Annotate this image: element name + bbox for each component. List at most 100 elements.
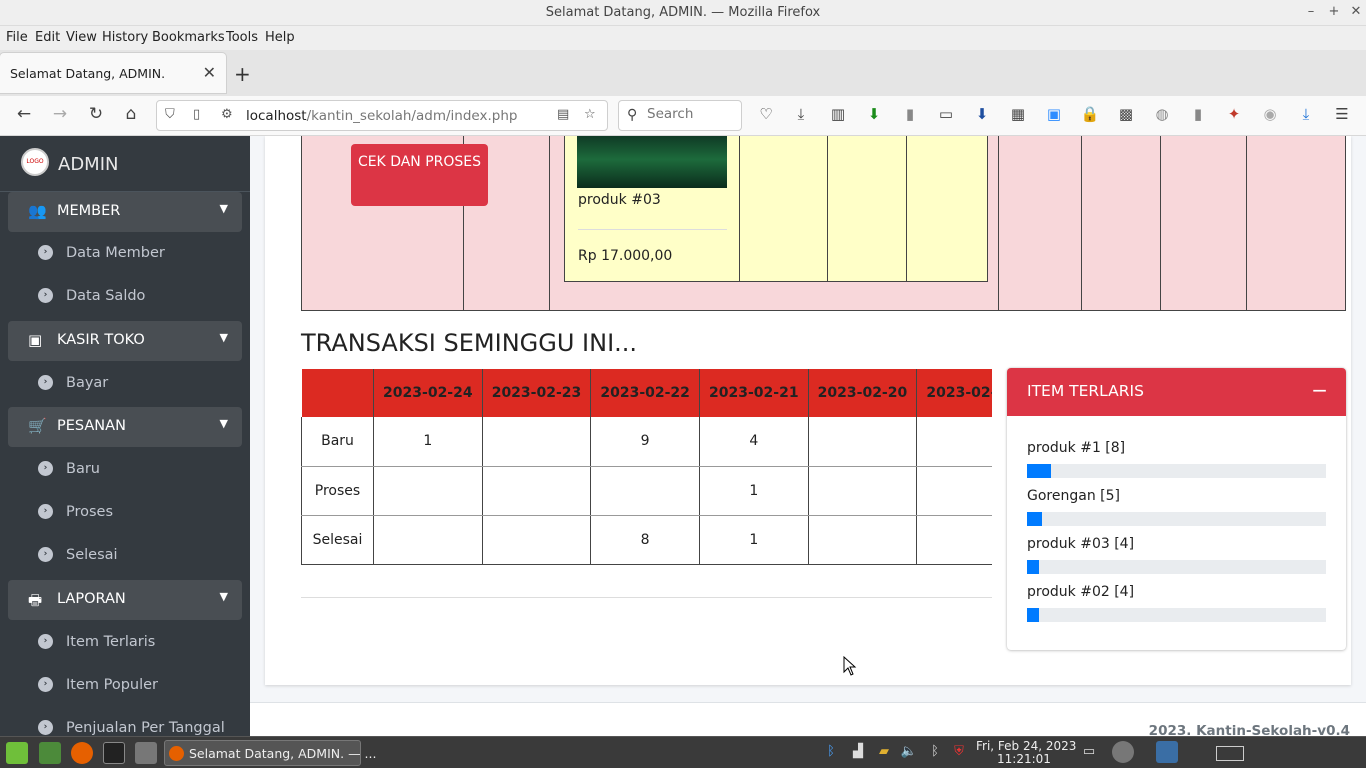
menu-bookmarks[interactable]: Bookmarks xyxy=(152,30,225,45)
best-items-header: ITEM TERLARIS − xyxy=(1007,368,1346,416)
sidebar-item-proses[interactable]: › Proses xyxy=(8,493,242,533)
sidebar-item-item-terlaris[interactable]: › Item Terlaris xyxy=(8,623,242,663)
record-icon[interactable]: ◉ xyxy=(1260,105,1280,125)
sidebar-item-penjualan-per-tanggal[interactable]: › Penjualan Per Tanggal xyxy=(8,709,242,736)
sidebar-item-label: Baru xyxy=(66,461,100,477)
zoom-icon[interactable]: ▣ xyxy=(1044,105,1064,125)
url-text[interactable]: localhost/kantin_sekolah/adm/index.php xyxy=(246,108,517,124)
menu-view[interactable]: View xyxy=(66,30,97,45)
sidebar-section-pesanan[interactable]: 🛒 PESANAN ▼ xyxy=(8,407,242,447)
collapse-button[interactable]: − xyxy=(1311,378,1328,402)
content-card: CEK DAN PROSES produk #03 Rp 17.000,00 T… xyxy=(265,136,1351,685)
window-title: Selamat Datang, ADMIN. — Mozilla Firefox xyxy=(545,5,821,20)
library-icon[interactable]: ▥ xyxy=(828,105,848,125)
best-item-label: produk #02 [4] xyxy=(1027,584,1135,600)
globe-icon[interactable]: ◍ xyxy=(1152,105,1172,125)
menu-tools[interactable]: Tools xyxy=(226,30,258,45)
bookmark-star-icon[interactable]: ☆ xyxy=(584,107,596,122)
menu-help[interactable]: Help xyxy=(265,30,295,45)
lock-icon[interactable]: 🔒 xyxy=(1080,105,1100,125)
reader-view-icon[interactable]: ▤ xyxy=(557,107,569,122)
bluetooth-tray-icon[interactable]: ᛒ xyxy=(926,744,944,759)
workspace-icon[interactable] xyxy=(1112,741,1134,763)
row-label: Selesai xyxy=(301,515,374,565)
files-icon[interactable] xyxy=(135,742,157,764)
bluetooth-icon[interactable]: ᛒ xyxy=(822,744,840,759)
best-items-card: ITEM TERLARIS − produk #1 [8] Gorengan [… xyxy=(1007,368,1346,650)
sidebar-item-baru[interactable]: › Baru xyxy=(8,450,242,490)
update-manager-icon[interactable]: ⛨ xyxy=(950,744,968,759)
sidebar-item-data-member[interactable]: › Data Member xyxy=(8,234,242,274)
best-item-label: produk #03 [4] xyxy=(1027,536,1135,552)
back-icon[interactable]: ← xyxy=(13,104,35,124)
table-cell: 1 xyxy=(373,417,483,467)
sidebar-section-laporan[interactable]: 🖶 LAPORAN ▼ xyxy=(8,580,242,620)
close-tab-icon[interactable]: ✕ xyxy=(203,63,216,82)
sidebar-item-label: Proses xyxy=(66,504,114,520)
money-icon: ▣ xyxy=(28,331,43,349)
volume-icon[interactable]: 🔈 xyxy=(900,744,918,759)
home-icon[interactable]: ⌂ xyxy=(120,104,142,124)
taskbar-window-firefox[interactable]: Selamat Datang, ADMIN. — ... xyxy=(164,740,376,766)
sidebar-item-bayar[interactable]: › Bayar xyxy=(8,364,242,404)
cell-divider xyxy=(1160,136,1161,310)
pocket-icon[interactable]: ♡ xyxy=(756,105,776,125)
shield-icon[interactable]: ⛉ xyxy=(165,107,175,122)
downloads-icon[interactable]: ⤓ xyxy=(791,105,811,125)
download-arrow-icon[interactable]: ⬇ xyxy=(864,105,884,125)
forward-icon[interactable]: → xyxy=(49,104,71,124)
show-desktop-icon[interactable] xyxy=(39,742,61,764)
info-icon[interactable]: ▮ xyxy=(1188,105,1208,125)
table-cell xyxy=(373,515,483,565)
sidebar-item-selesai[interactable]: › Selesai xyxy=(8,536,242,576)
maximize-icon[interactable]: + xyxy=(1325,4,1343,19)
table-row: Selesai 8 1 xyxy=(301,515,992,565)
close-window-icon[interactable]: ✕ xyxy=(1347,4,1365,19)
table-cell xyxy=(916,417,992,467)
url-bar[interactable]: ⛉ ▯ ⚙ localhost/kantin_sekolah/adm/index… xyxy=(156,100,608,131)
hamburger-menu-icon[interactable]: ☰ xyxy=(1332,105,1352,125)
sidebar-section-member[interactable]: 👥 MEMBER ▼ xyxy=(8,192,242,232)
arrow-circle-icon: › xyxy=(38,677,53,692)
sidebar-item-data-saldo[interactable]: › Data Saldo xyxy=(8,277,242,317)
sidebar-item-item-populer[interactable]: › Item Populer xyxy=(8,666,242,706)
menu-edit[interactable]: Edit xyxy=(35,30,60,45)
sidebar-section-kasir-toko[interactable]: ▣ KASIR TOKO ▼ xyxy=(8,321,242,361)
new-tab-icon[interactable]: + xyxy=(234,62,251,86)
reload-icon[interactable]: ↻ xyxy=(85,104,107,124)
best-item: Gorengan [5] xyxy=(1027,488,1326,526)
terminal-icon[interactable] xyxy=(103,742,125,764)
footer-text: 2023. Kantin-Sekolah-v0.4 xyxy=(1148,723,1350,736)
workspace-2[interactable] xyxy=(1216,746,1244,761)
sidebar-icon[interactable]: ▭ xyxy=(936,105,956,125)
product-price: Rp 17.000,00 xyxy=(578,248,673,264)
brand[interactable]: LOGO ADMIN xyxy=(0,136,250,192)
print-icon: 🖶 xyxy=(28,591,43,609)
network-icon[interactable]: ▟ xyxy=(849,744,867,759)
table-cell xyxy=(481,417,591,467)
cek-dan-proses-button[interactable]: CEK DAN PROSES xyxy=(351,144,488,206)
menu-file[interactable]: File xyxy=(6,30,28,45)
permissions-icon[interactable]: ⚙ xyxy=(221,107,233,122)
taskbar: Selamat Datang, ADMIN. — ... ᛒ ▟ ▰ 🔈 ᛒ ⛨… xyxy=(0,736,1366,768)
row-label: Proses xyxy=(301,466,374,516)
minimize-icon[interactable]: – xyxy=(1302,4,1320,19)
menu-history[interactable]: History xyxy=(102,30,148,45)
workspace-1[interactable] xyxy=(1156,741,1178,763)
clock[interactable]: Fri, Feb 24, 2023 11:21:01 xyxy=(976,740,1076,766)
header-empty xyxy=(301,369,374,417)
mint-menu-icon[interactable] xyxy=(6,742,28,764)
color-picker-icon[interactable]: ✦ xyxy=(1224,105,1244,125)
battery-icon[interactable]: ▭ xyxy=(1080,744,1098,759)
table-cell: 9 xyxy=(590,417,700,467)
grid-icon[interactable]: ▦ xyxy=(1008,105,1028,125)
tray-app-icon[interactable]: ▰ xyxy=(875,744,893,759)
save-icon[interactable]: ⬇ xyxy=(972,105,992,125)
qr-code-icon[interactable]: ▩ xyxy=(1116,105,1136,125)
tab-active[interactable]: Selamat Datang, ADMIN. ✕ xyxy=(0,53,226,93)
search-bar[interactable]: ⚲ xyxy=(618,100,742,131)
firefox-launcher-icon[interactable] xyxy=(71,742,93,764)
extension-icon[interactable]: ▮ xyxy=(900,105,920,125)
search-input[interactable] xyxy=(647,106,737,122)
download-manager-icon[interactable]: ⤓ xyxy=(1296,105,1316,125)
